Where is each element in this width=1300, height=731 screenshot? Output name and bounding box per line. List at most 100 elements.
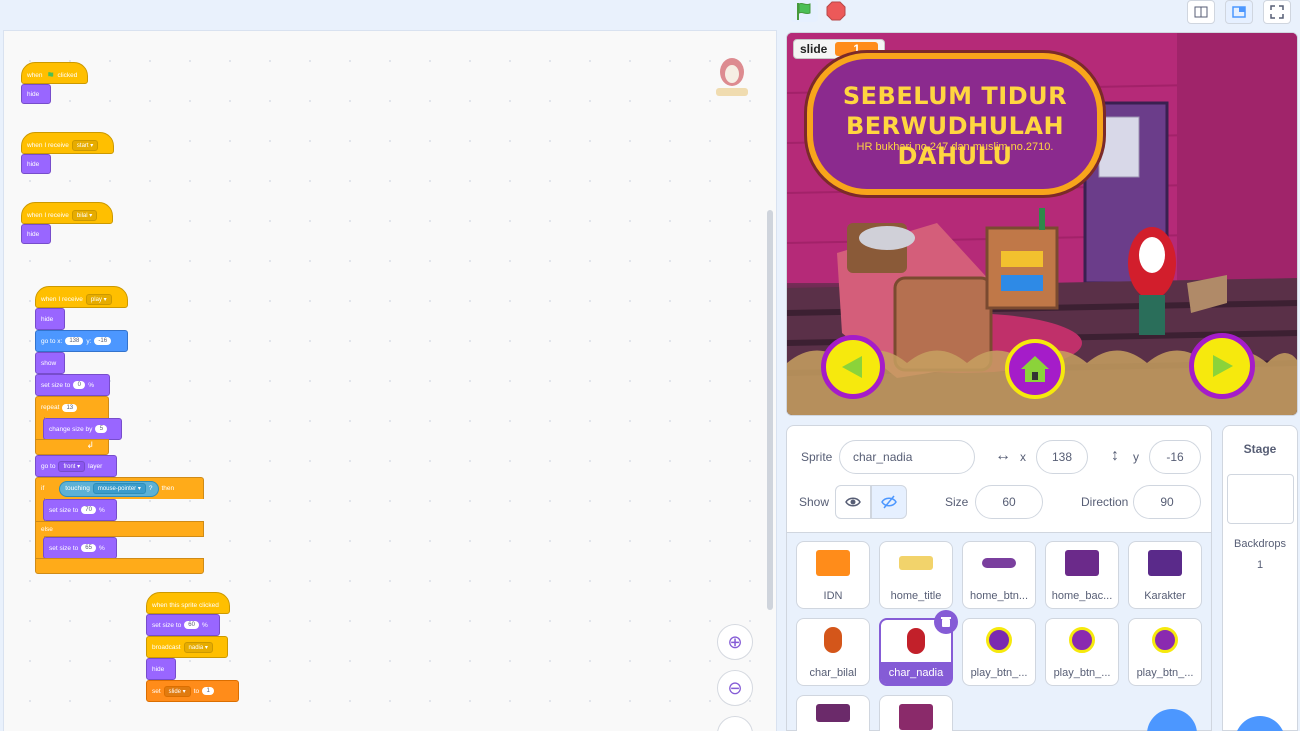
stage-pane[interactable]: Stage Backdrops 1 bbox=[1222, 425, 1298, 731]
dropdown-text: nadia bbox=[188, 644, 204, 651]
broadcast-dropdown[interactable]: nadia ▾ bbox=[183, 641, 213, 653]
size-input[interactable]: 60 bbox=[975, 485, 1043, 519]
size-input[interactable]: 70 bbox=[81, 506, 96, 514]
message-dropdown[interactable]: bilal ▾ bbox=[71, 209, 98, 221]
backdrops-label: Backdrops bbox=[1234, 538, 1286, 550]
touching-dropdown[interactable]: mouse-pointer ▾ bbox=[92, 483, 146, 494]
if-else-end bbox=[35, 558, 204, 574]
set-variable-block[interactable]: set slide ▾ to 1 bbox=[146, 680, 239, 702]
touching-block[interactable]: touching mouse-pointer ▾ ? bbox=[59, 480, 159, 497]
add-backdrop-button[interactable] bbox=[1235, 716, 1285, 731]
sprite-name: play_btn_... bbox=[970, 667, 1028, 679]
normal-stage-button[interactable] bbox=[1225, 0, 1253, 24]
block-text: change size by bbox=[49, 425, 93, 433]
dropdown-text: play bbox=[90, 296, 102, 303]
repeat-block[interactable]: repeat 13 bbox=[35, 396, 109, 418]
hide-block[interactable]: hide bbox=[21, 154, 51, 174]
set-size-block[interactable]: set size to 65 % bbox=[43, 537, 117, 559]
size-input[interactable]: 65 bbox=[81, 544, 96, 552]
block-text: y: bbox=[86, 337, 92, 345]
show-hidden-button[interactable] bbox=[871, 485, 907, 519]
green-flag-button[interactable] bbox=[790, 0, 818, 22]
sprite-tile[interactable] bbox=[796, 695, 870, 731]
variable-dropdown[interactable]: slide ▾ bbox=[163, 685, 191, 697]
fullscreen-icon bbox=[1270, 5, 1284, 19]
prev-button[interactable] bbox=[821, 335, 885, 399]
change-input[interactable]: 5 bbox=[95, 425, 108, 433]
banner-title: SEBELUM TIDUR BERWUDHULAH DAHULU bbox=[813, 81, 1097, 171]
sprite-tile[interactable] bbox=[879, 695, 953, 731]
x-input[interactable]: 138 bbox=[1036, 440, 1088, 474]
size-label: Size bbox=[945, 495, 969, 509]
message-dropdown[interactable]: start ▾ bbox=[71, 139, 99, 151]
sprite-tile[interactable]: Karakter bbox=[1128, 541, 1202, 609]
green-flag-icon bbox=[797, 2, 811, 20]
repeat-count-input[interactable]: 13 bbox=[62, 403, 78, 412]
delete-sprite-button[interactable] bbox=[934, 610, 958, 634]
small-stage-button[interactable] bbox=[1187, 0, 1215, 24]
fullscreen-button[interactable] bbox=[1263, 0, 1291, 24]
sprite-tile[interactable]: home_title bbox=[879, 541, 953, 609]
set-size-block[interactable]: set size to 60 % bbox=[146, 614, 220, 636]
go-to-xy-block[interactable]: go to x: 138 y: -16 bbox=[35, 330, 128, 352]
show-visible-button[interactable] bbox=[835, 485, 871, 519]
when-i-receive-block[interactable]: when I receive play ▾ bbox=[35, 286, 128, 308]
when-flag-clicked-block[interactable]: when clicked bbox=[21, 62, 88, 84]
when-i-receive-block[interactable]: when I receive bilal ▾ bbox=[21, 202, 113, 224]
sprite-tile[interactable]: play_btn_... bbox=[1045, 618, 1119, 686]
x-input[interactable]: 138 bbox=[65, 337, 84, 345]
home-button[interactable] bbox=[1005, 339, 1065, 399]
if-else-block[interactable]: if touching mouse-pointer ▾ ? then bbox=[35, 477, 204, 499]
block-text: go to x: bbox=[41, 337, 63, 345]
sprite-tile[interactable]: play_btn_... bbox=[962, 618, 1036, 686]
layer-dropdown[interactable]: front ▾ bbox=[58, 460, 86, 472]
hide-block[interactable]: hide bbox=[21, 84, 51, 104]
sprite-thumbnail bbox=[982, 558, 1016, 568]
backdrops-count: 1 bbox=[1256, 559, 1264, 571]
set-size-block[interactable]: set size to 70 % bbox=[43, 499, 117, 521]
hide-block[interactable]: hide bbox=[21, 224, 51, 244]
when-sprite-clicked-block[interactable]: when this sprite clicked bbox=[146, 592, 230, 614]
when-i-receive-block[interactable]: when I receive start ▾ bbox=[21, 132, 114, 154]
sprite-tile[interactable]: home_btn... bbox=[962, 541, 1036, 609]
go-to-layer-block[interactable]: go to front ▾ layer bbox=[35, 455, 117, 477]
value-input[interactable]: 1 bbox=[202, 687, 215, 695]
size-input[interactable]: 60 bbox=[184, 621, 199, 629]
direction-input[interactable]: 90 bbox=[1133, 485, 1201, 519]
sprite-tile[interactable]: play_btn_... bbox=[1128, 618, 1202, 686]
dropdown-text: bilal bbox=[76, 212, 88, 219]
sprite-tile[interactable]: IDN bbox=[796, 541, 870, 609]
y-input[interactable]: -16 bbox=[94, 337, 112, 345]
zoom-out-button[interactable]: ⊖ bbox=[717, 670, 753, 706]
next-button[interactable] bbox=[1189, 333, 1255, 399]
add-sprite-button[interactable] bbox=[1147, 709, 1197, 731]
y-arrow-icon: ↕ bbox=[1111, 447, 1119, 464]
hide-block[interactable]: hide bbox=[35, 308, 65, 330]
block-text: when I receive bbox=[27, 141, 69, 149]
set-size-block[interactable]: set size to 0 % bbox=[35, 374, 110, 396]
sprite-tile[interactable]: home_bac... bbox=[1045, 541, 1119, 609]
sprite-name-input[interactable]: char_nadia bbox=[839, 440, 975, 474]
sprite-thumbnail bbox=[899, 556, 933, 570]
sprite-name: char_bilal bbox=[809, 667, 857, 679]
vertical-scrollbar[interactable] bbox=[767, 210, 773, 610]
broadcast-block[interactable]: broadcast nadia ▾ bbox=[146, 636, 228, 658]
show-label: Show bbox=[799, 495, 830, 509]
eye-icon bbox=[845, 497, 861, 507]
block-text: % bbox=[88, 381, 95, 389]
sprite-thumbnail bbox=[1152, 627, 1178, 653]
sprite-thumbnail bbox=[1069, 627, 1095, 653]
y-input[interactable]: -16 bbox=[1149, 440, 1201, 474]
stage-canvas[interactable]: slide 1 SEBELUM TIDUR BERWUDHULAH DAHULU… bbox=[786, 32, 1298, 416]
hide-block[interactable]: hide bbox=[146, 658, 176, 680]
change-size-block[interactable]: change size by 5 bbox=[43, 418, 122, 440]
stage-thumbnail[interactable] bbox=[1227, 474, 1294, 524]
size-input[interactable]: 0 bbox=[73, 381, 86, 389]
stop-button[interactable] bbox=[824, 0, 848, 22]
sprite-tile[interactable]: char_bilal bbox=[796, 618, 870, 686]
show-block[interactable]: show bbox=[35, 352, 65, 374]
block-text: % bbox=[98, 506, 105, 514]
message-dropdown[interactable]: play ▾ bbox=[85, 293, 112, 305]
zoom-in-button[interactable]: ⊕ bbox=[717, 624, 753, 660]
script-area[interactable] bbox=[0, 30, 777, 731]
